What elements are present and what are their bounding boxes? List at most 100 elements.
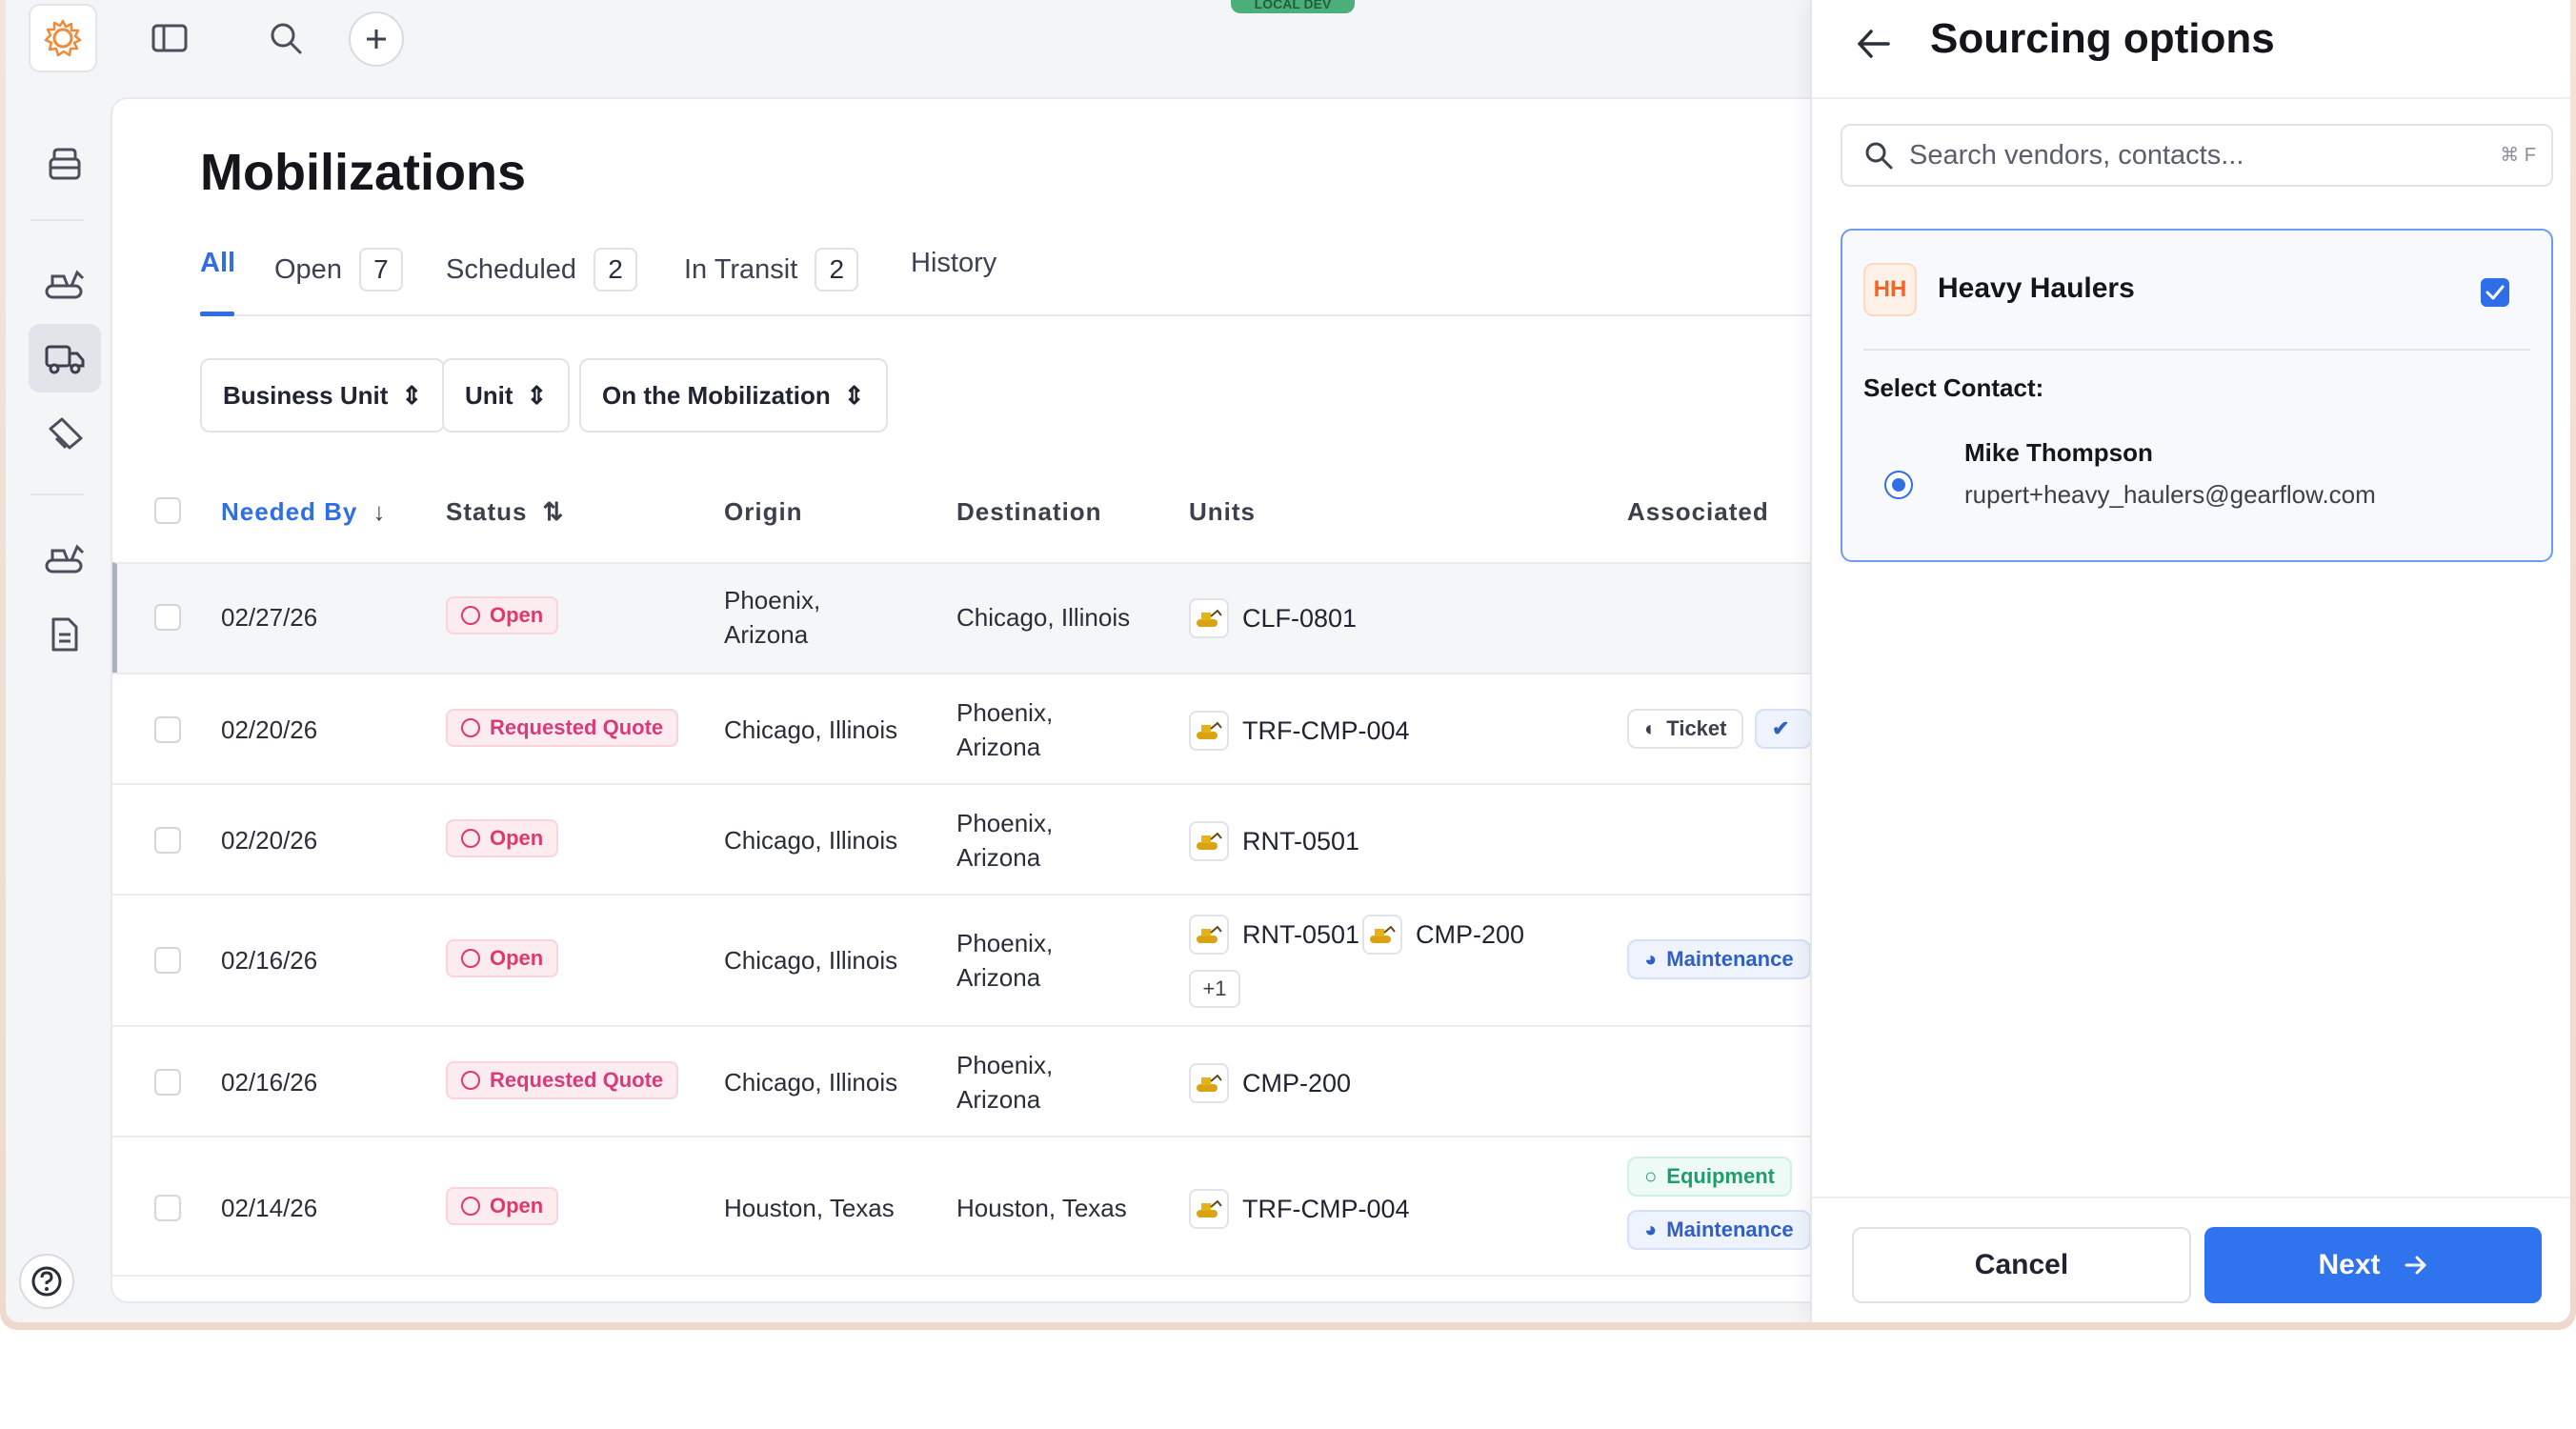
on-the-mobilization-filter[interactable]: On the Mobilization ⇕: [579, 358, 888, 433]
tab-label: Scheduled: [446, 253, 577, 285]
unit-chip[interactable]: TRF-CMP-004: [1189, 711, 1410, 751]
rail-divider: [30, 493, 84, 495]
table-row[interactable]: 02/20/26 Requested Quote Chicago, Illino…: [112, 673, 1823, 783]
tab-history[interactable]: History: [911, 248, 996, 279]
needed-by-date: 02/27/26: [221, 603, 318, 632]
unit-chip[interactable]: RNT-0501: [1189, 915, 1359, 955]
column-needed-by[interactable]: Needed By ↓: [221, 497, 386, 527]
table-row[interactable]: 02/16/26 Open Chicago, Illinois Phoenix,…: [112, 894, 1823, 1025]
table-row[interactable]: 02/14/26 Open Houston, Texas Houston, Te…: [112, 1136, 1823, 1277]
status-label: Open: [490, 946, 544, 970]
row-checkbox[interactable]: [154, 716, 181, 743]
column-associated[interactable]: Associated: [1627, 497, 1769, 527]
more-units-button[interactable]: +1: [1189, 970, 1240, 1008]
help-icon[interactable]: [19, 1254, 74, 1309]
associated-label: Maintenance: [1666, 1218, 1794, 1241]
vendor-checkbox[interactable]: [2481, 278, 2509, 307]
column-units[interactable]: Units: [1189, 497, 1256, 527]
contact-name: Mike Thompson: [1964, 438, 2153, 467]
destination-text: Phoenix, Arizona: [956, 698, 1054, 761]
search-input[interactable]: [1909, 139, 2481, 171]
nav-documents-icon[interactable]: [34, 604, 95, 665]
unit-chip[interactable]: TRF-CMP-004: [1189, 1189, 1410, 1229]
mobilizations-panel: Mobilizations All Open 7 Scheduled 2 In Tr…: [111, 97, 1825, 1303]
associated-label: Equipment: [1666, 1164, 1775, 1188]
status-clock-icon: [461, 1071, 480, 1090]
row-checkbox[interactable]: [154, 827, 181, 854]
vendor-search[interactable]: ⌘ F: [1841, 124, 2553, 187]
row-checkbox[interactable]: [154, 1195, 181, 1221]
destination-text: Phoenix, Arizona: [956, 929, 1054, 992]
associated-equipment-chip[interactable]: ○ Equipment: [1627, 1157, 1792, 1197]
contact-email: rupert+heavy_haulers@gearflow.com: [1964, 480, 2376, 509]
associated-maintenance-chip[interactable]: ◕ Maintenance: [1627, 1210, 1811, 1250]
column-origin[interactable]: Origin: [724, 497, 803, 527]
associated-label: Maintenance: [1666, 947, 1794, 971]
tab-in-transit[interactable]: In Transit 2: [684, 248, 859, 292]
status-circle-icon: [461, 949, 480, 968]
unit-filter[interactable]: Unit ⇕: [442, 358, 571, 433]
nav-equipment-icon[interactable]: [34, 253, 95, 314]
maintenance-icon: ◕: [1644, 1218, 1658, 1241]
associated-maintenance-chip[interactable]: ◕ Maintenance: [1627, 939, 1811, 979]
column-destination[interactable]: Destination: [956, 497, 1102, 527]
status-badge: Open: [446, 819, 559, 857]
column-label: Status: [446, 497, 528, 526]
row-checkbox[interactable]: [154, 1069, 181, 1096]
associated-ticket-chip[interactable]: ◐ Ticket: [1627, 709, 1744, 749]
origin-text: Chicago, Illinois: [724, 826, 898, 855]
row-checkbox[interactable]: [154, 947, 181, 974]
status-badge: Requested Quote: [446, 1061, 679, 1099]
excavator-icon: [1362, 915, 1402, 955]
excavator-icon: [1189, 598, 1229, 638]
unit-chip[interactable]: CMP-200: [1189, 1063, 1351, 1103]
gear-logo-icon: [44, 19, 82, 57]
table-row[interactable]: 02/27/26 Open Phoenix, Arizona Chicago, …: [112, 562, 1823, 673]
nav-fleet-icon[interactable]: [34, 528, 95, 589]
unit-chip[interactable]: CMP-200: [1362, 915, 1524, 955]
tab-all[interactable]: All: [200, 248, 235, 279]
app-logo-button[interactable]: [29, 4, 97, 72]
arrow-right-icon: [2405, 1256, 2426, 1275]
status-badge: Open: [446, 939, 559, 977]
next-label: Next: [2318, 1249, 2381, 1280]
unit-chip[interactable]: CLF-0801: [1189, 598, 1357, 638]
next-button[interactable]: Next: [2204, 1227, 2542, 1303]
needed-by-date: 02/14/26: [221, 1194, 318, 1222]
check-circle-icon: ✔: [1772, 716, 1790, 740]
maintenance-icon: ◕: [1644, 947, 1658, 971]
contact-radio[interactable]: [1884, 471, 1913, 499]
vendor-card[interactable]: HH Heavy Haulers Select Contact: Mike Th…: [1841, 229, 2553, 562]
needed-by-date: 02/16/26: [221, 946, 318, 975]
cancel-button[interactable]: Cancel: [1852, 1227, 2191, 1303]
unit-label: RNT-0501: [1242, 826, 1360, 855]
environment-badge: LOCAL DEV: [1231, 0, 1355, 13]
ticket-icon: ◐: [1644, 716, 1658, 740]
column-label: Associated: [1627, 497, 1769, 526]
row-checkbox[interactable]: [154, 604, 181, 631]
nav-inventory-icon[interactable]: [34, 133, 95, 194]
tab-label: Open: [274, 253, 342, 285]
add-button[interactable]: [349, 11, 404, 67]
sidebar-toggle-icon[interactable]: [149, 17, 191, 59]
select-all-checkbox[interactable]: [154, 497, 181, 524]
nav-mobilizations-icon[interactable]: [29, 324, 101, 392]
tab-open[interactable]: Open 7: [274, 248, 403, 292]
select-contact-label: Select Contact:: [1863, 373, 2044, 402]
search-icon[interactable]: [265, 17, 307, 59]
column-label: Destination: [956, 497, 1102, 526]
table-row[interactable]: 02/16/26 Requested Quote Chicago, Illino…: [112, 1025, 1823, 1136]
tab-scheduled[interactable]: Scheduled 2: [446, 248, 638, 292]
back-arrow-icon[interactable]: [1846, 17, 1900, 70]
arrow-down-icon: ↓: [372, 497, 387, 526]
business-unit-filter[interactable]: Business Unit ⇕: [200, 358, 446, 433]
associated-chip-truncated[interactable]: ✔: [1755, 709, 1812, 749]
sourcing-options-drawer: Sourcing options ⌘ F HH Heavy Haulers Se…: [1810, 0, 2570, 1322]
unit-chip[interactable]: RNT-0501: [1189, 821, 1359, 861]
table-row[interactable]: 02/20/26 Open Chicago, Illinois Phoenix,…: [112, 783, 1823, 894]
column-status[interactable]: Status ⇅: [446, 497, 564, 527]
tab-label: In Transit: [684, 253, 798, 285]
excavator-icon: [1189, 1063, 1229, 1103]
nav-parts-icon[interactable]: [34, 404, 95, 465]
needed-by-date: 02/16/26: [221, 1068, 318, 1097]
